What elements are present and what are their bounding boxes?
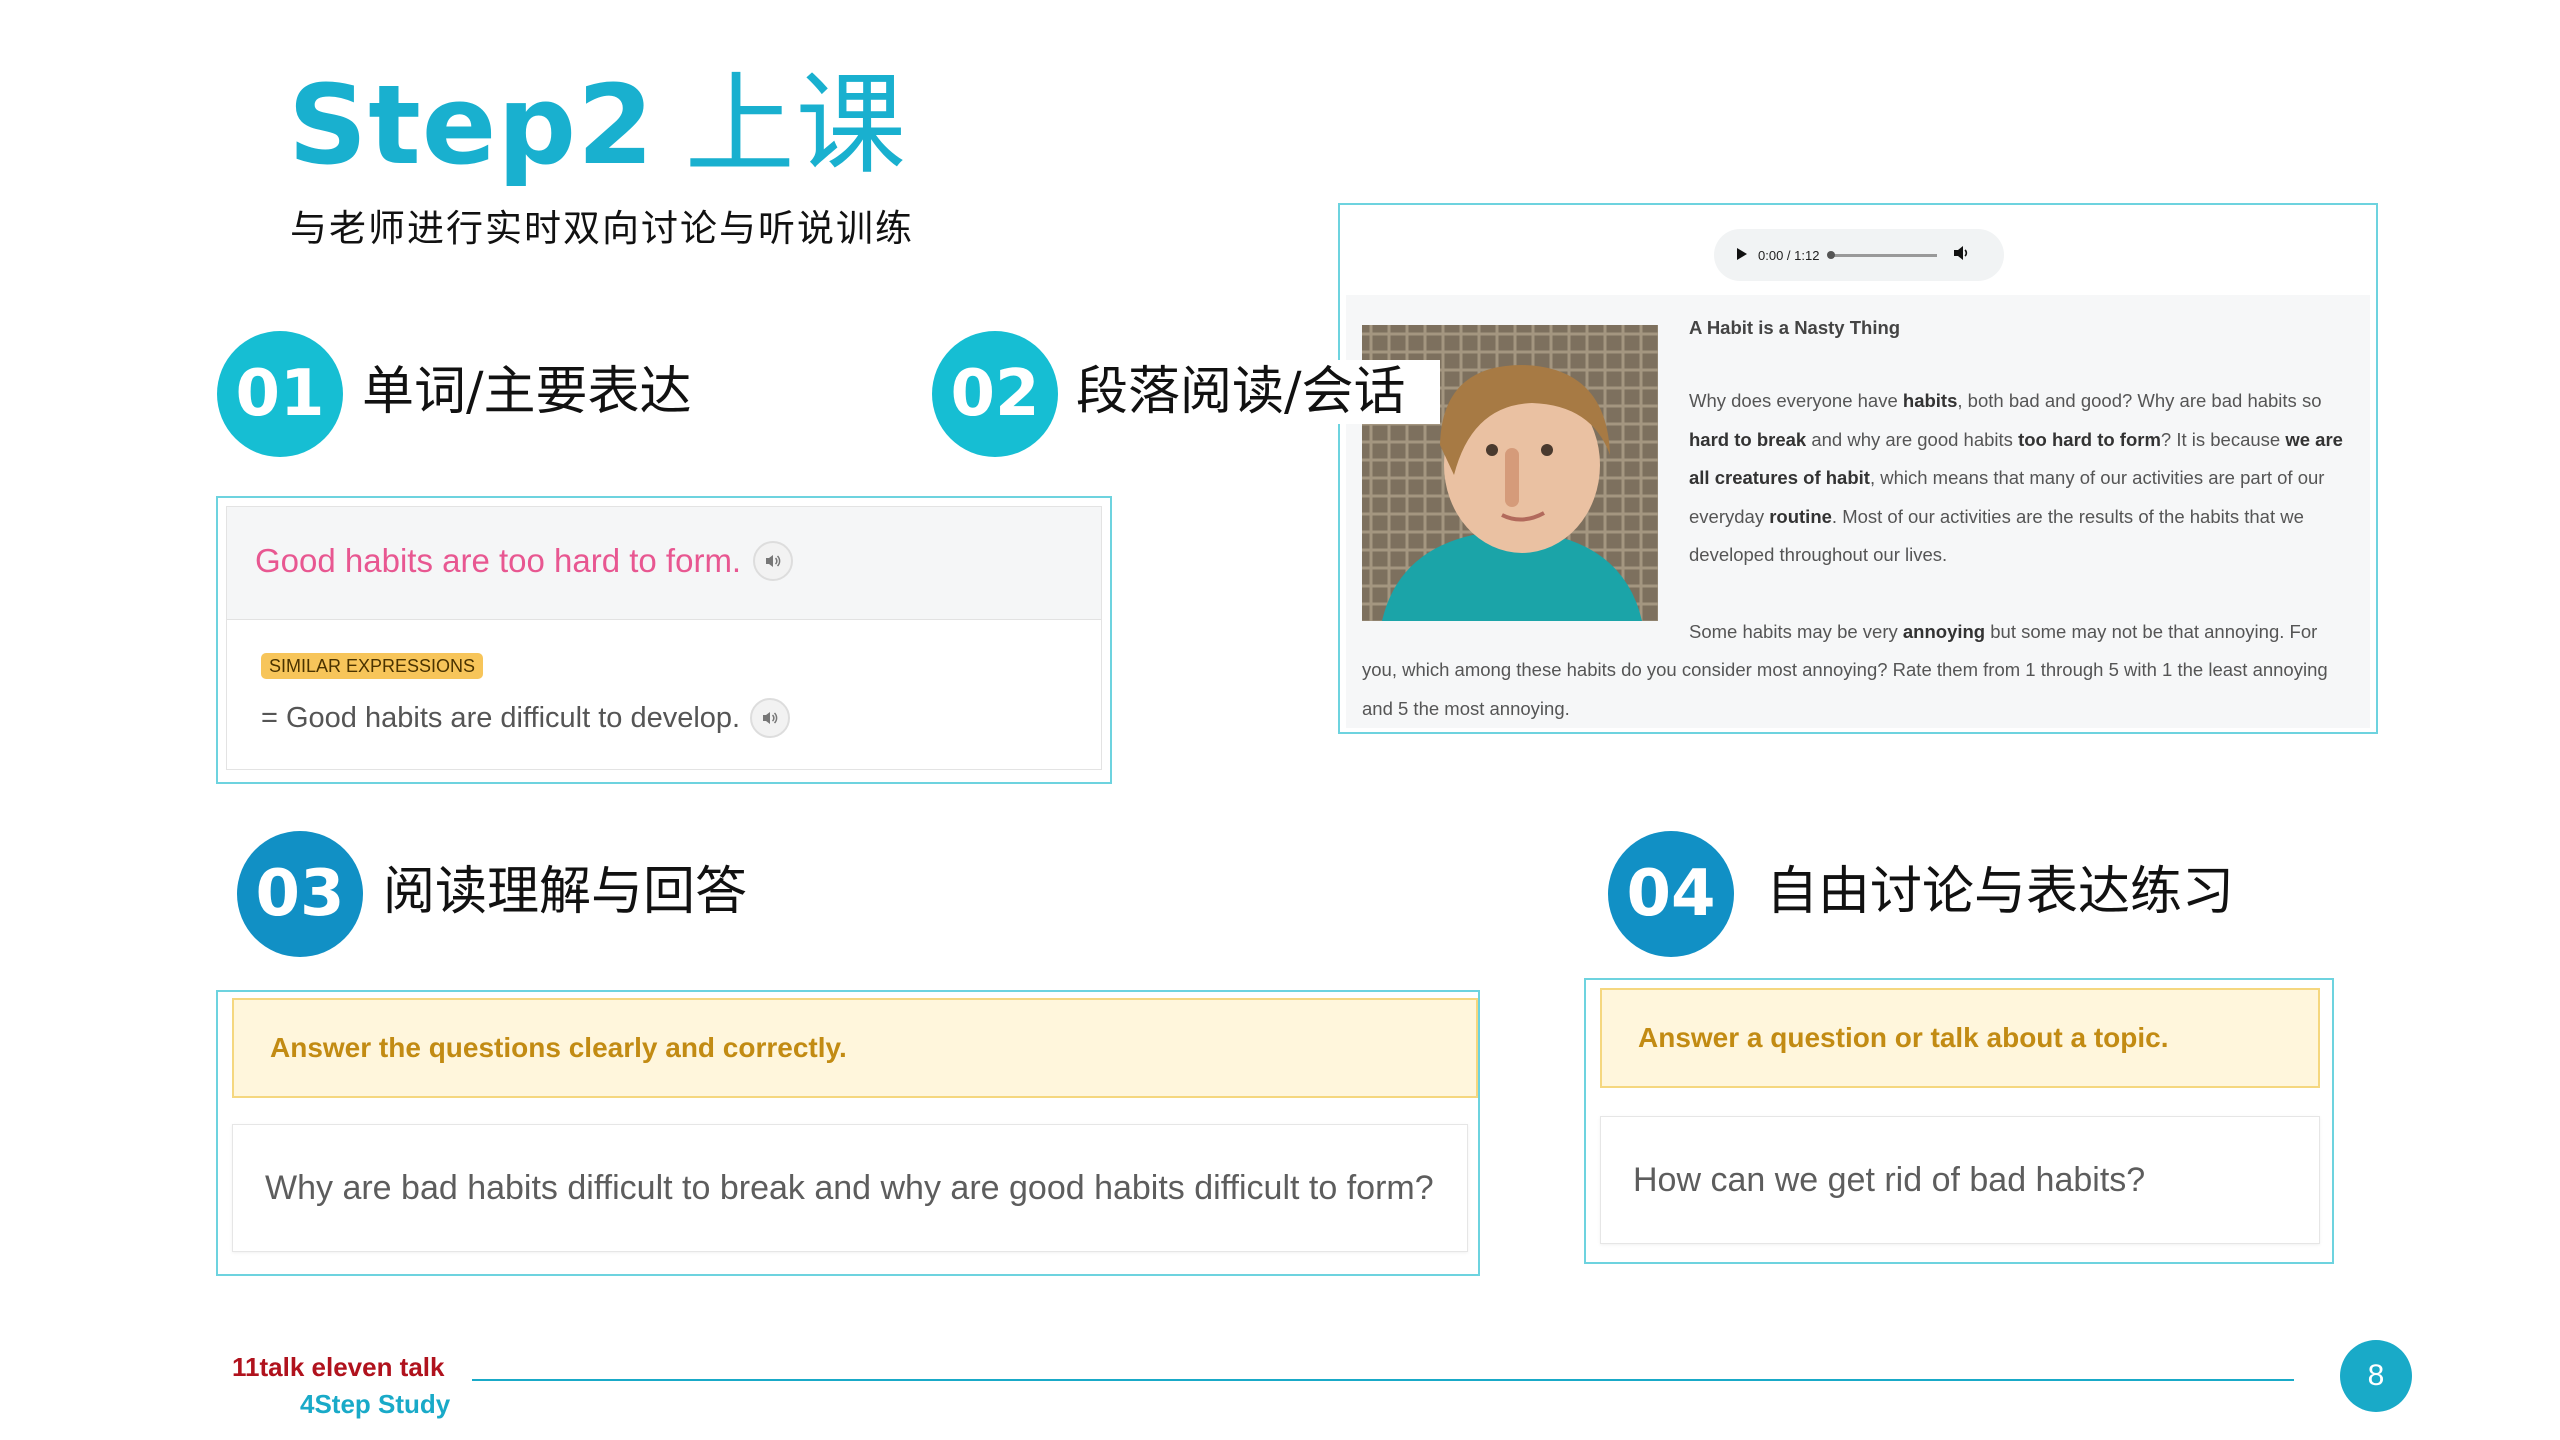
speaker-icon[interactable] <box>753 541 794 581</box>
similar-row: SIMILAR EXPRESSIONS = Good habits are di… <box>227 620 1101 769</box>
reading-area: A Habit is a Nasty Thing Why does everyo… <box>1346 295 2370 728</box>
discussion-card: Answer a question or talk about a topic.… <box>1584 978 2334 1264</box>
discussion-instruction-box: Answer a question or talk about a topic. <box>1600 988 2320 1088</box>
similar-expression: = Good habits are difficult to develop. <box>261 698 791 738</box>
section-number-04: 04 <box>1608 831 1734 957</box>
comprehension-question: Why are bad habits difficult to break an… <box>265 1168 1434 1207</box>
play-icon[interactable] <box>1736 246 1748 265</box>
audio-time: 0:00 / 1:12 <box>1758 247 1820 263</box>
speaker-icon[interactable] <box>750 698 791 738</box>
section-number-02: 02 <box>932 331 1058 457</box>
section-label-03: 阅读理解与回答 <box>383 862 748 922</box>
title-step: Step2 <box>288 61 655 189</box>
comprehension-card: Answer the questions clearly and correct… <box>216 990 1480 1276</box>
section-number-01: 01 <box>217 331 343 457</box>
vocab-card: Good habits are too hard to form. SIMILA… <box>216 496 1112 784</box>
reading-paragraph-1: Why does everyone have habits, both bad … <box>1689 390 2343 565</box>
reading-card: 0:00 / 1:12 A Habit is a Nasty Thing Why… <box>1338 203 2378 734</box>
comprehension-question-box: Why are bad habits difficult to break an… <box>232 1124 1468 1252</box>
section-number-03: 03 <box>237 831 363 957</box>
audio-player[interactable]: 0:00 / 1:12 <box>1714 229 2004 281</box>
brand-tagline: 4Step Study <box>300 1389 451 1419</box>
comprehension-instruction: Answer the questions clearly and correct… <box>270 1032 847 1063</box>
audio-row: 0:00 / 1:12 <box>1346 211 2370 295</box>
page-title: Step2 上课 <box>288 70 907 180</box>
similar-badge: SIMILAR EXPRESSIONS <box>261 653 484 679</box>
volume-icon[interactable] <box>1953 245 1971 265</box>
vocab-expression-row: Good habits are too hard to form. <box>227 507 1101 620</box>
page-number: 8 <box>2340 1340 2412 1412</box>
similar-badge-text: SIMILAR EXPRESSIONS <box>261 653 484 679</box>
section-label-02: 段落阅读/会话 <box>1076 362 1406 422</box>
main-expression-text: Good habits are too hard to form. <box>255 542 742 579</box>
discussion-question: How can we get rid of bad habits? <box>1633 1160 2146 1199</box>
footer-divider <box>472 1379 2294 1381</box>
page-subtitle: 与老师进行实时双向讨论与听说训练 <box>290 207 914 250</box>
reading-title: A Habit is a Nasty Thing <box>1689 317 1901 338</box>
brand-name: 11talk eleven talk <box>232 1352 445 1382</box>
reading-paragraph-2-line-1: Some habits may be very annoying but som… <box>1689 621 2318 642</box>
section-label-04: 自由讨论与表达练习 <box>1766 862 2235 922</box>
discussion-question-box: How can we get rid of bad habits? <box>1600 1116 2320 1244</box>
audio-progress-track[interactable] <box>1827 250 1938 259</box>
title-cn: 上课 <box>684 61 907 189</box>
discussion-instruction: Answer a question or talk about a topic. <box>1638 1022 2169 1053</box>
vocab-card-inner: Good habits are too hard to form. SIMILA… <box>226 506 1102 770</box>
reading-paragraph-2-rest: you, which among these habits do you con… <box>1362 659 2328 719</box>
main-expression: Good habits are too hard to form. <box>255 541 794 581</box>
comprehension-instruction-box: Answer the questions clearly and correct… <box>232 998 1478 1098</box>
similar-expression-text: = Good habits are difficult to develop. <box>261 701 741 734</box>
section-label-01: 单词/主要表达 <box>362 362 692 422</box>
audio-progress-knob[interactable] <box>1827 250 1836 259</box>
